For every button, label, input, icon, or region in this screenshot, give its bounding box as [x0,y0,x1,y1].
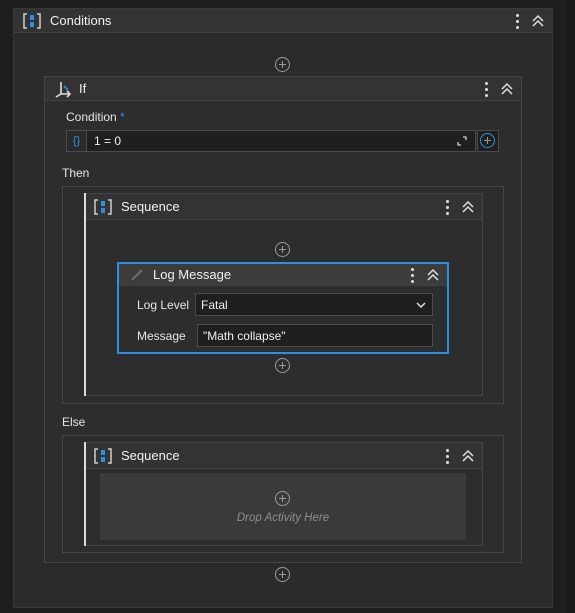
else-sequence-header[interactable]: Sequence [85,443,482,469]
message-label: Message [137,329,186,343]
then-sequence-left-bar [84,193,86,396]
else-label: Else [62,415,86,429]
expand-corner-icon[interactable] [455,134,469,148]
message-value[interactable]: "Math collapse" [203,329,286,343]
log-level-value[interactable]: Fatal [201,298,228,312]
then-sequence-collapse-double-chevron-up-icon[interactable] [460,198,476,216]
conditions-title: Conditions [50,13,112,28]
then-label: Then [62,166,90,180]
condition-add-plus-circle-icon[interactable] [480,133,495,148]
branch-arrow-icon [55,81,72,98]
conditions-header[interactable]: Conditions [14,9,552,33]
chevron-down-icon[interactable] [415,299,427,311]
if-collapse-double-chevron-up-icon[interactable] [499,80,515,98]
condition-expression-input[interactable]: {} 1 = 0 [66,130,476,152]
then-add-top-plus-circle-icon[interactable] [275,242,290,257]
log-message-menu-kebab-icon[interactable] [405,266,419,284]
if-title: If [79,81,87,96]
else-sequence-menu-kebab-icon[interactable] [440,447,454,465]
add-activity-bottom-plus-circle-icon[interactable] [275,567,290,582]
then-sequence-menu-kebab-icon[interactable] [440,198,454,216]
conditions-collapse-double-chevron-up-icon[interactable] [530,12,546,30]
then-sequence-title: Sequence [121,199,180,214]
condition-label: Condition * [66,110,125,124]
condition-value[interactable]: 1 = 0 [94,134,121,148]
log-message-collapse-double-chevron-up-icon[interactable] [425,266,441,284]
condition-add-button[interactable] [477,130,499,152]
else-sequence-left-bar [84,442,86,546]
drop-activity-zone[interactable]: Drop Activity Here [100,473,466,540]
expression-braces-icon[interactable]: {} [67,131,87,151]
if-menu-kebab-icon[interactable] [479,80,493,98]
drop-activity-text: Drop Activity Here [236,512,330,524]
log-message-title: Log Message [153,267,232,282]
sequence-bracket-icon [23,12,41,29]
log-level-label: Log Level [137,298,190,312]
add-activity-top-plus-circle-icon[interactable] [275,57,290,72]
scrollbar-track[interactable] [567,0,575,613]
drop-zone-plus-circle-icon[interactable] [275,491,290,506]
conditions-menu-kebab-icon[interactable] [510,12,524,30]
then-add-bottom-plus-circle-icon[interactable] [275,358,290,373]
sequence-bracket-icon [94,198,112,215]
message-input[interactable]: "Math collapse" [197,324,433,347]
if-header[interactable]: If [45,77,521,101]
sequence-bracket-icon [94,447,112,464]
required-asterisk: * [120,110,125,124]
then-sequence-header[interactable]: Sequence [85,194,482,220]
pencil-icon [131,268,143,281]
log-level-select[interactable]: Fatal [195,293,433,316]
else-sequence-title: Sequence [121,448,180,463]
else-sequence-collapse-double-chevron-up-icon[interactable] [460,447,476,465]
condition-label-text: Condition [66,110,117,124]
log-message-header[interactable]: Log Message [119,264,447,286]
